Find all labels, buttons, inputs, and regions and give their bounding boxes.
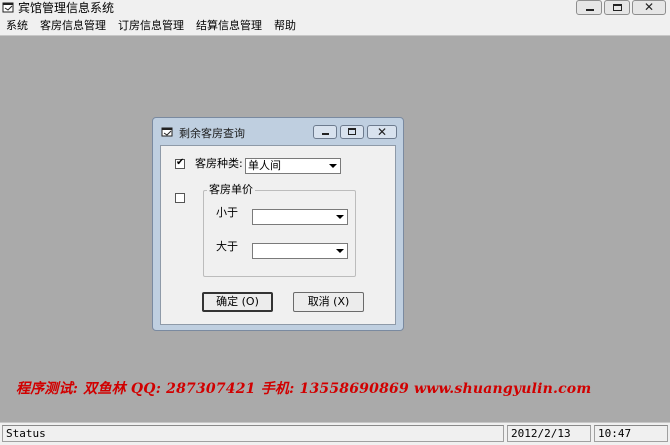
dialog-body: ✔ 客房种类: 单人间 客房单价 小于 大于 确定 (O) 取消 (X) [160, 145, 396, 325]
menu-room-info[interactable]: 客房信息管理 [34, 17, 112, 35]
dialog-minimize-button[interactable] [313, 125, 337, 139]
dialog-window-controls: ✕ [313, 125, 397, 139]
room-price-group-label: 客房单价 [207, 183, 255, 197]
status-bar: Status 2012/2/13 10:47 [0, 422, 670, 445]
dropdown-arrow-icon[interactable] [332, 210, 347, 224]
dropdown-arrow-icon[interactable] [332, 244, 347, 258]
ok-button[interactable]: 确定 (O) [202, 292, 273, 312]
menu-booking-info[interactable]: 订房信息管理 [112, 17, 190, 35]
status-text-panel: Status [2, 425, 504, 442]
remaining-rooms-dialog: 剩余客房查询 ✕ ✔ 客房种类: 单人间 客房单价 小于 大于 确定 (O) 取… [152, 117, 404, 331]
minimize-icon [586, 9, 594, 11]
app-window-icon [2, 2, 14, 13]
close-icon: ✕ [376, 125, 388, 139]
dialog-title-bar[interactable]: 剩余客房查询 ✕ [153, 118, 403, 146]
price-greater-than-combo[interactable] [252, 243, 348, 259]
room-type-checkbox[interactable]: ✔ [175, 157, 185, 169]
room-price-group: 客房单价 小于 大于 [203, 183, 356, 277]
menu-bar: 系统 客房信息管理 订房信息管理 结算信息管理 帮助 [0, 17, 670, 36]
dialog-close-button[interactable]: ✕ [367, 125, 397, 139]
dropdown-arrow-icon[interactable] [325, 159, 340, 173]
checkmark-icon: ✔ [176, 157, 185, 168]
author-watermark: 程序测试: 双鱼林 QQ: 287307421 手机: 13558690869 … [16, 381, 592, 397]
minimize-icon [322, 133, 329, 135]
price-greater-than-label: 大于 [216, 240, 238, 253]
room-type-combo[interactable]: 单人间 [245, 158, 341, 174]
menu-help[interactable]: 帮助 [268, 17, 302, 35]
price-less-than-label: 小于 [216, 206, 238, 219]
dialog-window-icon [161, 127, 173, 137]
cancel-button[interactable]: 取消 (X) [293, 292, 364, 312]
price-less-than-combo[interactable] [252, 209, 348, 225]
window-controls: ✕ [576, 0, 666, 15]
menu-system[interactable]: 系统 [0, 17, 34, 35]
room-type-label: 客房种类: [195, 157, 243, 170]
room-type-value: 单人间 [248, 159, 281, 172]
status-time-panel: 10:47 [594, 425, 668, 442]
dialog-maximize-button[interactable] [340, 125, 364, 139]
maximize-icon [348, 128, 356, 135]
status-date-panel: 2012/2/13 [507, 425, 591, 442]
menu-checkout-info[interactable]: 结算信息管理 [190, 17, 268, 35]
maximize-icon [613, 4, 622, 11]
dialog-title: 剩余客房查询 [179, 127, 245, 140]
close-button[interactable]: ✕ [632, 0, 666, 15]
close-icon: ✕ [643, 0, 655, 14]
window-title: 宾馆管理信息系统 [18, 1, 115, 15]
main-title-bar[interactable]: 宾馆管理信息系统 ✕ [0, 0, 670, 18]
room-price-checkbox[interactable] [175, 193, 185, 203]
maximize-button[interactable] [604, 0, 630, 15]
minimize-button[interactable] [576, 0, 602, 15]
